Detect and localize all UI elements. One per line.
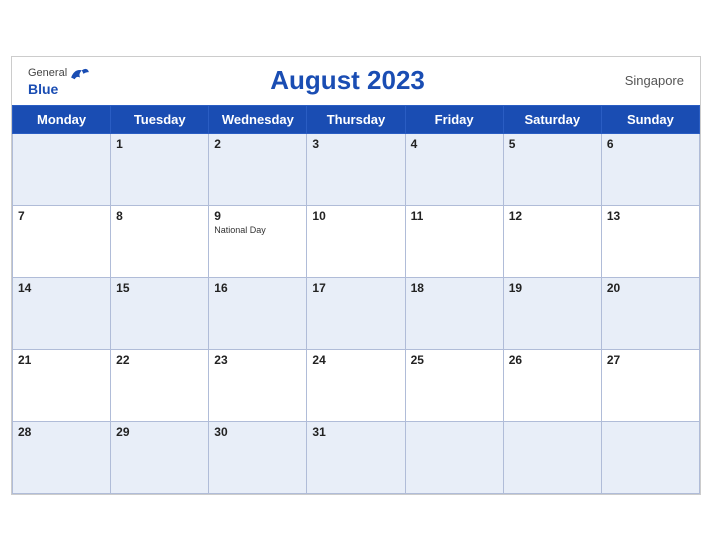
- calendar-cell: 26: [503, 349, 601, 421]
- calendar-cell: 11: [405, 205, 503, 277]
- logo-blue-text: Blue: [28, 81, 58, 97]
- day-number: 2: [214, 137, 301, 151]
- day-number: 18: [411, 281, 498, 295]
- weekday-header-tuesday: Tuesday: [111, 105, 209, 133]
- calendar-container: General Blue August 2023 Singapore Monda…: [11, 56, 701, 495]
- day-number: 19: [509, 281, 596, 295]
- calendar-cell: 17: [307, 277, 405, 349]
- calendar-cell: 4: [405, 133, 503, 205]
- day-number: 7: [18, 209, 105, 223]
- day-number: 5: [509, 137, 596, 151]
- day-number: 3: [312, 137, 399, 151]
- calendar-cell: 24: [307, 349, 405, 421]
- weekday-header-wednesday: Wednesday: [209, 105, 307, 133]
- calendar-region: Singapore: [604, 73, 684, 88]
- calendar-cell: [13, 133, 111, 205]
- calendar-cell: 18: [405, 277, 503, 349]
- calendar-cell: 8: [111, 205, 209, 277]
- day-number: 1: [116, 137, 203, 151]
- calendar-cell: 27: [601, 349, 699, 421]
- weekday-header-sunday: Sunday: [601, 105, 699, 133]
- day-number: 14: [18, 281, 105, 295]
- day-number: 4: [411, 137, 498, 151]
- calendar-cell: 28: [13, 421, 111, 493]
- logo-general-text: General: [28, 67, 67, 79]
- calendar-cell: 6: [601, 133, 699, 205]
- logo-bird-icon: [69, 65, 91, 81]
- calendar-cell: 23: [209, 349, 307, 421]
- calendar-cell: 30: [209, 421, 307, 493]
- day-number: 23: [214, 353, 301, 367]
- calendar-cell: 2: [209, 133, 307, 205]
- day-number: 22: [116, 353, 203, 367]
- day-number: 26: [509, 353, 596, 367]
- weekday-header-row: MondayTuesdayWednesdayThursdayFridaySatu…: [13, 105, 700, 133]
- day-number: 24: [312, 353, 399, 367]
- day-number: 30: [214, 425, 301, 439]
- day-number: 21: [18, 353, 105, 367]
- day-number: 12: [509, 209, 596, 223]
- calendar-cell: 10: [307, 205, 405, 277]
- calendar-cell: 7: [13, 205, 111, 277]
- calendar-cell: 20: [601, 277, 699, 349]
- weekday-header-saturday: Saturday: [503, 105, 601, 133]
- day-number: 9: [214, 209, 301, 223]
- day-number: 10: [312, 209, 399, 223]
- calendar-cell: 5: [503, 133, 601, 205]
- calendar-cell: 31: [307, 421, 405, 493]
- day-number: 6: [607, 137, 694, 151]
- day-event-label: National Day: [214, 225, 301, 235]
- calendar-week-row: 789 National Day 10 11 12 13: [13, 205, 700, 277]
- calendar-title: August 2023: [91, 65, 604, 96]
- calendar-cell: 21: [13, 349, 111, 421]
- day-number: 11: [411, 209, 498, 223]
- calendar-cell: 1: [111, 133, 209, 205]
- weekday-header-monday: Monday: [13, 105, 111, 133]
- day-number: 28: [18, 425, 105, 439]
- day-number: 16: [214, 281, 301, 295]
- calendar-cell: 22: [111, 349, 209, 421]
- calendar-cell: 13: [601, 205, 699, 277]
- calendar-cell: 9 National Day: [209, 205, 307, 277]
- day-number: 25: [411, 353, 498, 367]
- calendar-week-row: 28 29 30 31: [13, 421, 700, 493]
- day-number: 29: [116, 425, 203, 439]
- day-number: 27: [607, 353, 694, 367]
- weekday-header-friday: Friday: [405, 105, 503, 133]
- calendar-cell: 29: [111, 421, 209, 493]
- calendar-cell: 12: [503, 205, 601, 277]
- day-number: 17: [312, 281, 399, 295]
- day-number: 15: [116, 281, 203, 295]
- calendar-cell: 3: [307, 133, 405, 205]
- calendar-week-row: 21 22 23 24 25 26 27: [13, 349, 700, 421]
- day-number: 20: [607, 281, 694, 295]
- calendar-cell: 25: [405, 349, 503, 421]
- logo-area: General Blue: [28, 65, 91, 97]
- calendar-cell: [405, 421, 503, 493]
- calendar-cell: [503, 421, 601, 493]
- calendar-cell: 14: [13, 277, 111, 349]
- calendar-cell: 15: [111, 277, 209, 349]
- day-number: 13: [607, 209, 694, 223]
- calendar-cell: 19: [503, 277, 601, 349]
- day-number: 31: [312, 425, 399, 439]
- calendar-week-row: 123456: [13, 133, 700, 205]
- calendar-table: MondayTuesdayWednesdayThursdayFridaySatu…: [12, 105, 700, 494]
- calendar-header: General Blue August 2023 Singapore: [12, 57, 700, 101]
- weekday-header-thursday: Thursday: [307, 105, 405, 133]
- calendar-week-row: 14 15 16 17 18 19 20: [13, 277, 700, 349]
- day-number: 8: [116, 209, 203, 223]
- calendar-cell: [601, 421, 699, 493]
- calendar-cell: 16: [209, 277, 307, 349]
